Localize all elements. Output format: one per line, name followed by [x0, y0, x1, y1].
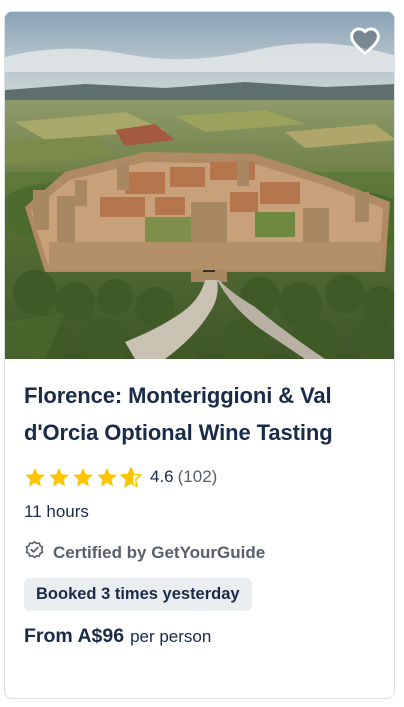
- activity-title[interactable]: Florence: Monteriggioni & Val d'Orcia Op…: [24, 377, 375, 451]
- price-amount: From A$96: [24, 625, 125, 647]
- certified-label: Certified by GetYourGuide: [53, 543, 266, 562]
- booking-badge: Booked 3 times yesterday: [24, 578, 252, 611]
- star-full-icon: [49, 467, 69, 486]
- shield-check-icon: [24, 540, 45, 566]
- star-full-icon: [97, 467, 117, 486]
- price-row: From A$96 per person: [24, 625, 375, 648]
- wishlist-button[interactable]: [346, 22, 384, 60]
- monteriggioni-aerial-illustration: [5, 12, 394, 359]
- star-full-icon: [73, 467, 93, 486]
- heart-outline-icon: [349, 26, 381, 56]
- activity-card[interactable]: Florence: Monteriggioni & Val d'Orcia Op…: [4, 11, 395, 699]
- star-half-icon: [120, 466, 142, 487]
- review-count: (102): [177, 467, 218, 486]
- star-rating: [24, 466, 142, 488]
- duration-text: 11 hours: [24, 502, 89, 521]
- certified-row: Certified by GetYourGuide: [24, 540, 375, 566]
- activity-image[interactable]: [5, 12, 394, 359]
- price-suffix: per person: [130, 627, 212, 646]
- rating-row: 4.6 (102): [24, 464, 375, 490]
- star-full-icon: [25, 467, 45, 486]
- card-body: Florence: Monteriggioni & Val d'Orcia Op…: [5, 377, 394, 648]
- rating-value: 4.6: [150, 467, 174, 486]
